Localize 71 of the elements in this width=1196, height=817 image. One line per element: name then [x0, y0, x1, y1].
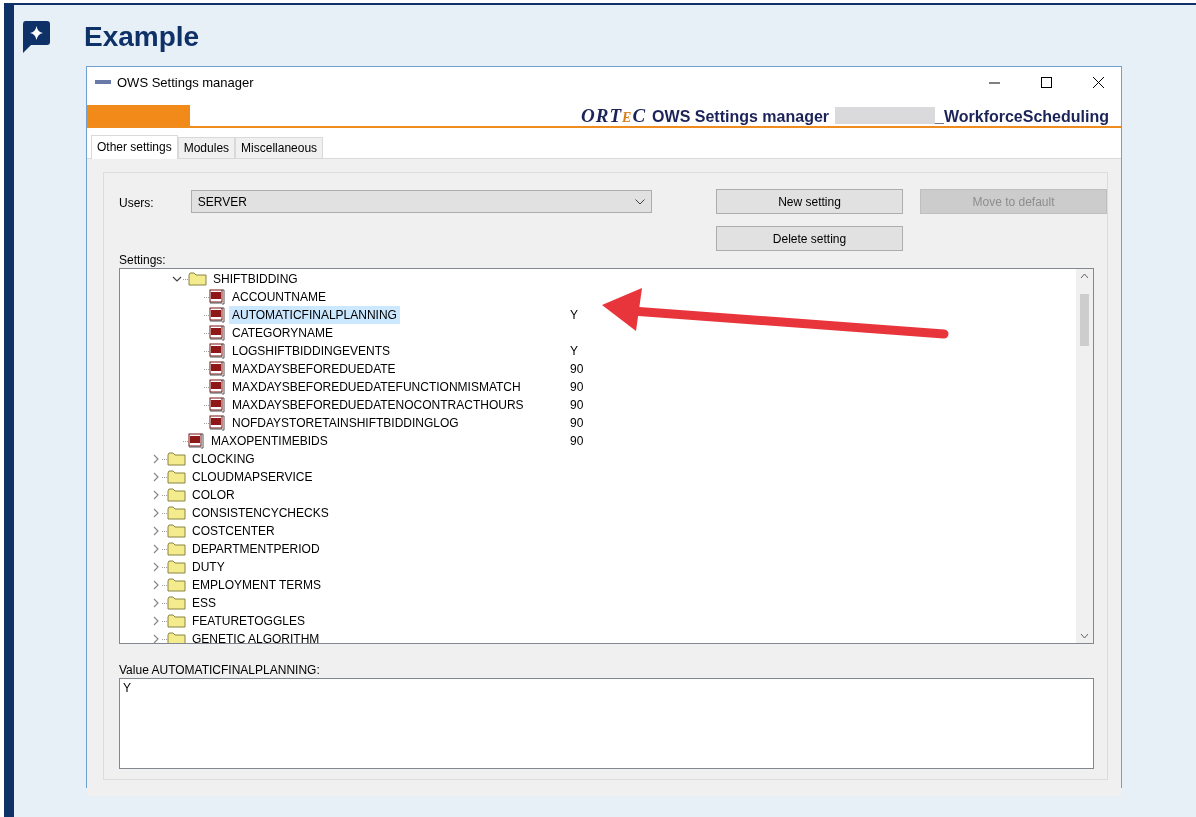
- close-icon: [1092, 76, 1104, 88]
- setting-value: 90: [570, 434, 584, 448]
- folder-icon: [167, 596, 186, 610]
- scroll-thumb[interactable]: [1080, 294, 1089, 346]
- app-icon: [95, 79, 111, 85]
- tree-setting[interactable]: NOFDAYSTORETAINSHIFTBIDDINGLOG: [229, 414, 462, 432]
- header-suffix: _WorkforceScheduling: [935, 107, 1109, 126]
- text-value-icon: [209, 289, 226, 305]
- text-value-icon: [188, 433, 205, 449]
- text-value-icon: [209, 379, 226, 395]
- text-value-icon: [209, 397, 226, 413]
- tree-folder[interactable]: FEATURETOGGLES: [189, 612, 308, 630]
- tree-setting[interactable]: ACCOUNTNAME: [229, 288, 329, 306]
- setting-value: 90: [570, 416, 584, 430]
- tree-setting[interactable]: MAXDAYSBEFOREDUEDATEFUNCTIONMISMATCH: [229, 378, 524, 396]
- tree-folder[interactable]: DEPARTMENTPERIOD: [189, 540, 323, 558]
- folder-icon: [188, 272, 207, 286]
- tree-setting[interactable]: MAXDAYSBEFOREDUEDATE: [229, 360, 399, 378]
- scrollbar[interactable]: [1076, 269, 1093, 643]
- folder-icon: [167, 524, 186, 538]
- chevron-down-icon: [635, 198, 645, 205]
- folder-icon: [167, 452, 186, 466]
- tree-setting[interactable]: AUTOMATICFINALPLANNING: [229, 306, 400, 324]
- value-field[interactable]: Y: [119, 678, 1094, 769]
- folder-icon: [167, 542, 186, 556]
- tree-folder[interactable]: SHIFTBIDDING: [210, 270, 301, 288]
- tree-setting[interactable]: LOGSHIFTBIDDINGEVENTS: [229, 342, 394, 360]
- tree-folder[interactable]: COSTCENTER: [189, 522, 278, 540]
- maximize-icon: [1040, 76, 1052, 88]
- folder-icon: [167, 470, 186, 484]
- tree-folder[interactable]: DUTY: [189, 558, 228, 576]
- folder-icon: [167, 560, 186, 574]
- callout-title: Example: [84, 21, 200, 53]
- tree-folder[interactable]: CLOUDMAPSERVICE: [189, 468, 316, 486]
- setting-value: Y: [570, 308, 578, 322]
- tree-folder[interactable]: CONSISTENCYCHECKS: [189, 504, 332, 522]
- folder-icon: [167, 488, 186, 502]
- text-value-icon: [209, 415, 226, 431]
- tree-folder[interactable]: GENETIC ALGORITHM: [189, 630, 323, 643]
- sparkle-icon: [22, 21, 50, 53]
- tab[interactable]: Modules: [177, 137, 236, 158]
- header-title: OWS Settings manager: [652, 107, 830, 126]
- text-value-icon: [209, 343, 226, 359]
- folder-icon: [167, 614, 186, 628]
- action-button[interactable]: Delete setting: [716, 226, 903, 251]
- setting-value: 90: [570, 362, 584, 376]
- tree-folder[interactable]: COLOR: [189, 486, 238, 504]
- tab[interactable]: Miscellaneous: [235, 137, 324, 158]
- action-button[interactable]: New setting: [716, 189, 903, 214]
- tree-folder[interactable]: ESS: [189, 594, 219, 612]
- setting-value: Y: [570, 344, 578, 358]
- settings-label: Settings:: [119, 253, 167, 267]
- users-label: Users:: [119, 195, 155, 210]
- value-label: Value AUTOMATICFINALPLANNING:: [119, 663, 321, 677]
- text-value-icon: [209, 325, 226, 341]
- folder-icon: [167, 506, 186, 520]
- text-value-icon: [209, 307, 226, 323]
- users-dropdown[interactable]: SERVER: [190, 190, 652, 213]
- setting-value: 90: [570, 380, 584, 394]
- tree-folder[interactable]: CLOCKING: [189, 450, 258, 468]
- setting-value: 90: [570, 398, 584, 412]
- tree-folder[interactable]: EMPLOYMENT TERMS: [189, 576, 324, 594]
- tab[interactable]: Other settings: [91, 135, 178, 159]
- text-value-icon: [209, 361, 226, 377]
- window-title: OWS Settings manager: [117, 74, 255, 90]
- tree-setting[interactable]: MAXDAYSBEFOREDUEDATENOCONTRACTHOURS: [229, 396, 527, 414]
- tree-setting[interactable]: CATEGORYNAME: [229, 324, 336, 342]
- folder-icon: [167, 632, 186, 643]
- tree-setting[interactable]: MAXOPENTIMEBIDS: [208, 432, 331, 450]
- logo: ORTEC: [581, 104, 647, 127]
- folder-icon: [167, 578, 186, 592]
